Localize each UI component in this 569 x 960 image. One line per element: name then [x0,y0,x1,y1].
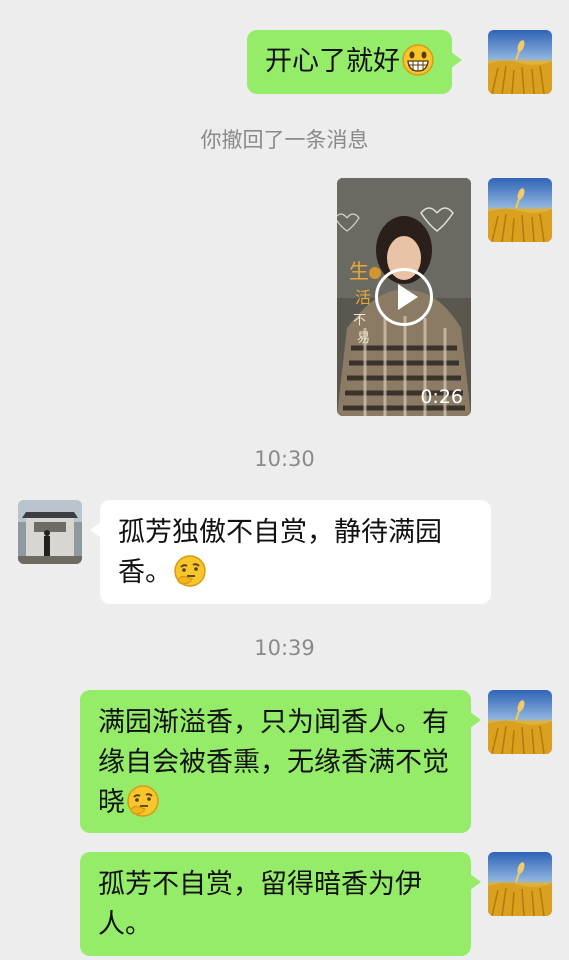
contact-avatar[interactable] [18,500,82,564]
grinning-emoji-icon [402,44,434,76]
timestamp: 10:30 [254,447,315,471]
video-duration: 0:26 [420,386,463,408]
video-message[interactable]: 生 活 不 易 0:26 [337,178,471,416]
received-message-bubble[interactable]: 孤芳独傲不自赏，静待满园香。 [90,500,491,604]
sent-message-bubble[interactable]: 满园渐溢香，只为闻香人。有缘自会被香熏，无缘香满不觉晓 [80,690,481,833]
sent-message-bubble[interactable]: 孤芳不自赏，留得暗香为伊人。 [80,852,481,956]
my-avatar[interactable] [488,178,552,242]
svg-text:易: 易 [357,331,370,346]
my-avatar[interactable] [488,30,552,94]
message-text: 开心了就好 [265,46,400,77]
my-avatar[interactable] [488,852,552,916]
message-text: 孤芳独傲不自赏，静待满园香。 [118,517,442,588]
play-icon[interactable] [375,268,433,326]
recall-notice: 你撤回了一条消息 [200,128,369,152]
svg-text:活: 活 [355,288,371,307]
thinking-emoji-icon [174,555,206,587]
svg-text:不: 不 [353,313,366,328]
message-text: 孤芳不自赏，留得暗香为伊人。 [98,869,422,940]
timestamp: 10:39 [254,636,315,660]
thinking-emoji-icon [127,785,159,817]
sent-message-bubble[interactable]: 开心了就好 [247,30,462,94]
svg-text:生: 生 [349,259,369,283]
my-avatar[interactable] [488,690,552,754]
